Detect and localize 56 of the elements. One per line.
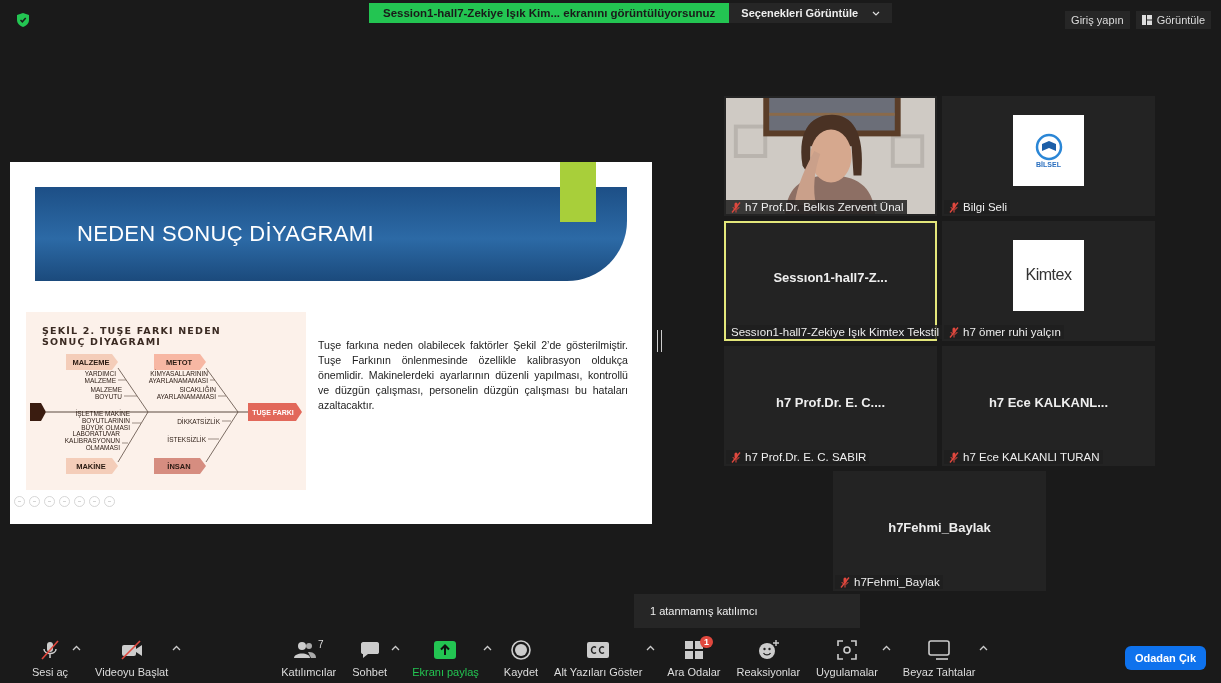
caret-icon[interactable]: [482, 644, 492, 651]
toolbar-button[interactable]: 7 Katılımcılar: [277, 638, 341, 678]
caret-icon[interactable]: [391, 644, 401, 651]
muted-mic-icon: [40, 639, 61, 660]
participant-name: h7 Prof.Dr. Belkıs Zervent Ünal: [745, 201, 904, 213]
participant-name: h7 Ece KALKANLI TURAN: [963, 451, 1100, 463]
apps-icon: [837, 639, 857, 660]
people-icon: [294, 640, 316, 659]
chat-icon: [359, 640, 380, 659]
toolbar-button[interactable]: 1 Ara Odalar: [663, 638, 725, 678]
captions-icon: [587, 641, 610, 658]
participant-name: Sessıon1-hall7-Zekiye Işık Kimtex Tekstil: [731, 326, 940, 338]
slide-paragraph: Tuşe farkına neden olabilecek faktörler Şekil 2’de gösterilmiştir. Tuşe Farkının önlenmesinde özellikle kalibrasyon oldukça önemlidir. Makinelerdeki ayarlarının düzenli yapılması, kontrollü ve düzgün çalışması, personelin düzgün çalışması bu hataları azaltacaktır.: [318, 338, 628, 413]
slide-title: NEDEN SONUÇ DİYAGRAMI: [77, 221, 374, 247]
caret-icon[interactable]: [646, 644, 656, 651]
toolbar-button[interactable]: Ekranı paylaş: [408, 638, 483, 678]
rooms-grid-icon: [683, 639, 704, 660]
toolbar-button[interactable]: Beyaz Tahtalar: [898, 638, 980, 678]
participant-name: Bilgi Seli: [963, 201, 1008, 213]
toolbar-button[interactable]: Videoyu Başlat: [91, 638, 173, 678]
share-screen-icon: [434, 640, 457, 659]
notification-badge: 1: [699, 635, 713, 648]
view-options-button[interactable]: Seçenekleri Görüntüle: [729, 3, 893, 23]
share-banner: Session1-hall7-Zekiye Işık Kim... ekranını görüntülüyorsunuz: [369, 3, 730, 23]
caret-icon[interactable]: [881, 644, 891, 651]
resize-handle[interactable]: [657, 330, 662, 352]
toolbar-button[interactable]: Sesi aç: [28, 638, 73, 678]
caret-icon[interactable]: [72, 644, 82, 651]
caret-icon[interactable]: [172, 644, 182, 651]
participant-name: h7Fehmi_Baylak: [854, 576, 940, 588]
participant-display-name: h7 Prof.Dr. E. C....: [775, 394, 886, 410]
record-icon: [510, 639, 531, 660]
caret-icon: [872, 10, 881, 16]
toolbar-button[interactable]: Reaksiyonlar: [732, 638, 805, 678]
toolbar-button[interactable]: Kaydet: [499, 638, 543, 678]
participant-display-name: h7Fehmi_Baylak: [888, 519, 991, 535]
participant-display-name: h7 Ece KALKANL...: [988, 394, 1109, 410]
sign-in-button[interactable]: Giriş yapın: [1065, 11, 1130, 29]
accent-rectangle: [560, 162, 596, 222]
view-button[interactable]: Görüntüle: [1135, 11, 1211, 29]
toolbar-button[interactable]: Uygulamalar: [812, 638, 882, 678]
toolbar-button[interactable]: Sohbet: [348, 638, 392, 678]
participant-display-name: Sessıon1-hall7-Z...: [773, 269, 888, 285]
toolbar-button[interactable]: Alt Yazıları Göster: [550, 638, 647, 678]
gallery-icon: [1141, 15, 1152, 25]
whiteboard-icon: [928, 639, 951, 660]
shield-icon[interactable]: [17, 13, 29, 27]
tooltip: 1 atanmamış katılımcı: [634, 594, 860, 628]
participant-name: h7 ömer ruhi yalçın: [963, 326, 1061, 338]
logo-text: Kimtex: [1025, 266, 1072, 284]
smiley-icon: [757, 639, 780, 660]
participant-count: 7: [318, 638, 324, 650]
participant-name: h7 Prof.Dr. E. C. SABIR: [745, 451, 867, 463]
leave-button[interactable]: Odadan Çık: [1124, 646, 1206, 670]
video-off-icon: [119, 639, 144, 660]
caret-icon[interactable]: [979, 644, 989, 651]
